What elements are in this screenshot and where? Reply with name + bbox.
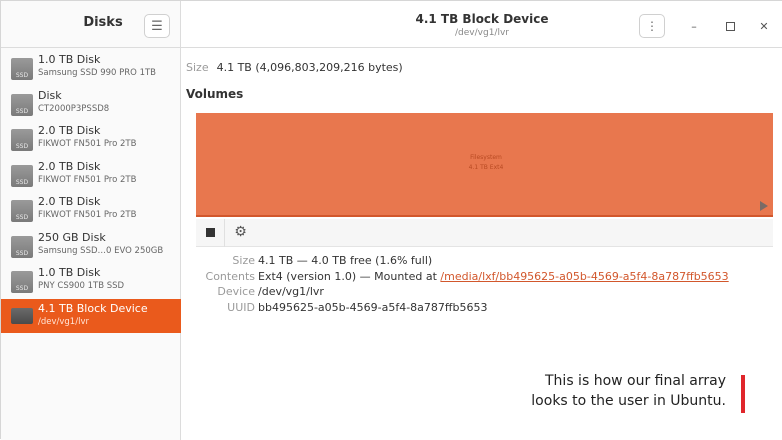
ssd-icon: SSD xyxy=(11,235,33,258)
disk-path: /dev/vg1/lvr xyxy=(38,316,89,327)
ssd-icon: SSD xyxy=(11,271,33,293)
disk-item[interactable]: SSD 1.0 TB Disk Samsung SSD 990 PRO 1TB xyxy=(1,50,181,86)
disk-model: PNY CS900 1TB SSD xyxy=(38,281,125,291)
disk-name: 250 GB Disk xyxy=(38,230,106,244)
detail-device-value: /dev/vg1/lvr xyxy=(258,285,324,298)
maximize-button[interactable] xyxy=(722,18,738,34)
disk-name: 1.0 TB Disk xyxy=(38,53,101,66)
ssd-icon: SSD xyxy=(11,93,33,116)
disk-item[interactable]: SSD 2.0 TB Disk FIKWOT FN501 Pro 2TB xyxy=(1,157,181,193)
caption-accent-bar xyxy=(741,375,745,413)
ssd-icon: SSD xyxy=(11,164,33,187)
vertical-dots-icon: ⋮ xyxy=(646,19,658,33)
disk-item[interactable]: SSD 1.0 TB Disk PNY CS900 1TB SSD xyxy=(1,263,181,299)
disk-name: 1.0 TB Disk xyxy=(38,266,101,279)
disk-item[interactable]: SSD 2.0 TB Disk FIKWOT FN501 Pro 2TB xyxy=(1,121,181,157)
ssd-icon: SSD xyxy=(11,58,33,80)
volumes-heading: Volumes xyxy=(186,87,244,101)
disk-item[interactable]: SSD 2.0 TB Disk FIKWOT FN501 Pro 2TB xyxy=(1,192,181,228)
ssd-icon: SSD xyxy=(11,200,33,222)
sidebar-header: Disks ☰ xyxy=(1,1,180,48)
disk-item-selected[interactable]: 4.1 TB Block Device /dev/vg1/lvr xyxy=(1,298,181,333)
disk-item[interactable]: SSD 250 GB Disk Samsung SSD…0 EVO 250GB xyxy=(1,228,181,264)
detail-uuid-label: UUID xyxy=(227,300,255,314)
detail-contents-label: Contents xyxy=(205,269,255,283)
detail-size-value: 4.1 TB — 4.0 TB free (1.6% full) xyxy=(258,254,433,267)
detail-contents-value: Ext4 (version 1.0) — Mounted at /media/l… xyxy=(258,269,729,283)
volume-details: Size 4.1 TB — 4.0 TB free (1.6% full) Co… xyxy=(181,254,782,316)
disks-window: Disks ☰ SSD 1.0 TB Disk Samsung SSD 990 … xyxy=(0,0,782,440)
disk-name: 2.0 TB Disk xyxy=(38,124,101,137)
minimize-button[interactable]: – xyxy=(686,18,702,34)
detail-device-row: Device /dev/vg1/lvr xyxy=(181,285,782,301)
detail-uuid-row: UUID bb495625-a05b-4569-a5f4-8a787ffb565… xyxy=(181,301,782,317)
caption-line-1: This is how our final array xyxy=(545,373,726,389)
device-size: Size 4.1 TB (4,096,803,209,216 bytes) xyxy=(186,61,403,74)
ssd-icon: SSD xyxy=(11,129,33,151)
minimize-icon: – xyxy=(691,19,697,33)
disk-name: 4.1 TB Block Device xyxy=(38,301,148,315)
partition-block[interactable]: Filesystem 4.1 TB Ext4 xyxy=(196,113,773,217)
partition-label: Filesystem 4.1 TB Ext4 xyxy=(468,154,504,171)
disk-model: Samsung SSD 990 PRO 1TB xyxy=(38,68,157,78)
detail-uuid-value: bb495625-a05b-4569-a5f4-8a787ffb5653 xyxy=(258,300,488,314)
hamburger-icon: ☰ xyxy=(151,18,163,34)
disk-model: FIKWOT FN501 Pro 2TB xyxy=(38,174,137,185)
mount-point-link[interactable]: /media/lxf/bb495625-a05b-4569-a5f4-8a787… xyxy=(440,270,728,283)
size-label: Size xyxy=(186,61,209,74)
stop-icon[interactable] xyxy=(206,228,215,237)
sidebar-title: Disks xyxy=(83,15,123,30)
volume-toolbar: ⚙ xyxy=(196,219,773,247)
toolbar-divider xyxy=(224,219,225,247)
detail-size-label: Size xyxy=(232,254,255,267)
disk-name: 2.0 TB Disk xyxy=(38,195,101,208)
close-icon: ✕ xyxy=(759,19,769,33)
detail-size-row: Size 4.1 TB — 4.0 TB free (1.6% full) xyxy=(181,254,782,270)
disk-model: FIKWOT FN501 Pro 2TB xyxy=(38,210,137,220)
menu-button[interactable]: ☰ xyxy=(144,14,170,38)
detail-contents-row: Contents Ext4 (version 1.0) — Mounted at… xyxy=(181,270,782,286)
disk-item[interactable]: SSD Disk CT2000P3PSSD8 xyxy=(1,86,181,122)
gear-icon[interactable]: ⚙ xyxy=(233,225,248,240)
caption-line-2: looks to the user in Ubuntu. xyxy=(531,393,726,409)
disk-name: Disk xyxy=(38,88,62,102)
more-options-button[interactable]: ⋮ xyxy=(639,14,665,38)
mounted-play-icon xyxy=(760,201,768,211)
detail-device-label: Device xyxy=(217,285,255,298)
disk-name: 2.0 TB Disk xyxy=(38,159,101,173)
disk-list: SSD 1.0 TB Disk Samsung SSD 990 PRO 1TB … xyxy=(1,50,181,333)
disk-model: CT2000P3PSSD8 xyxy=(38,103,110,114)
article-caption: This is how our final array looks to the… xyxy=(481,371,726,411)
header-bar: 4.1 TB Block Device /dev/vg1/lvr ⋮ – ✕ xyxy=(181,1,782,48)
maximize-icon xyxy=(725,21,735,31)
close-button[interactable]: ✕ xyxy=(756,18,772,34)
block-device-icon xyxy=(11,307,33,324)
disk-model: FIKWOT FN501 Pro 2TB xyxy=(38,139,137,149)
disk-model: Samsung SSD…0 EVO 250GB xyxy=(38,245,164,256)
sidebar: Disks ☰ SSD 1.0 TB Disk Samsung SSD 990 … xyxy=(1,1,181,440)
size-value: 4.1 TB (4,096,803,209,216 bytes) xyxy=(216,61,403,74)
